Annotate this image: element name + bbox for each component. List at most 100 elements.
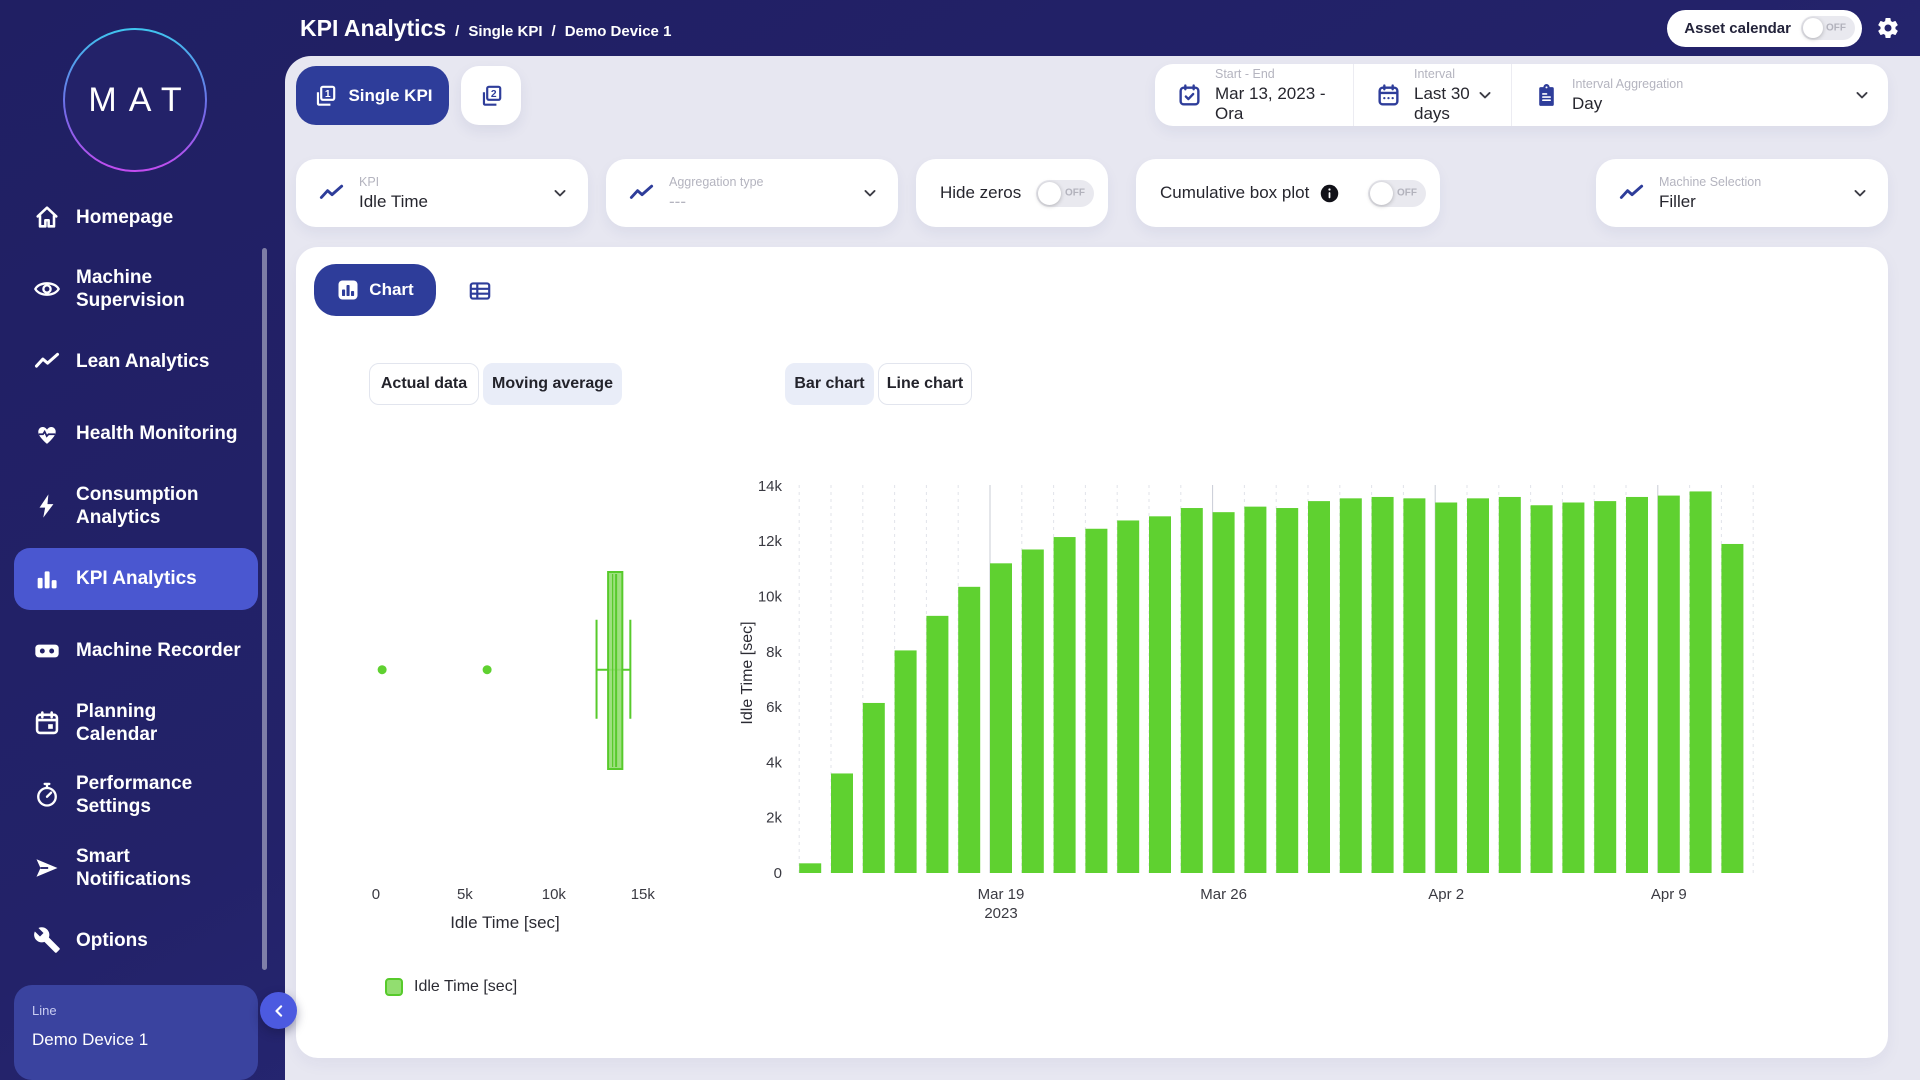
bar-chart-y-tick: 8k [766, 644, 782, 661]
bar-mar-19[interactable] [990, 563, 1012, 873]
wrench-icon [30, 926, 64, 954]
actual-data-button[interactable]: Actual data [369, 363, 479, 405]
bar-mar-26[interactable] [1213, 512, 1235, 873]
legend-label: Idle Time [sec] [414, 978, 517, 996]
moving-average-button[interactable]: Moving average [483, 363, 622, 405]
layered-1-icon: 1 [312, 83, 338, 109]
asset-calendar-pill[interactable]: Asset calendar OFF [1667, 10, 1862, 47]
heart-icon [30, 420, 64, 448]
bar-mar-20[interactable] [1022, 549, 1044, 873]
sidebar-item-label: Options [76, 929, 148, 952]
sidebar-item-machine-supervision[interactable]: MachineSupervision [14, 258, 258, 320]
bar-apr-9[interactable] [1658, 496, 1680, 873]
sidebar-item-label: Machine Recorder [76, 639, 241, 662]
interval-aggregation-control[interactable]: Interval Aggregation Day [1511, 64, 1888, 126]
sidebar-item-lean-analytics[interactable]: Lean Analytics [14, 331, 258, 393]
bar-mar-29[interactable] [1308, 501, 1330, 873]
table-view-tab[interactable] [460, 273, 500, 309]
boxplot-x-tick: 15k [631, 886, 656, 903]
svg-text:1: 1 [325, 89, 331, 100]
multi-kpi-tab[interactable]: 2 [461, 66, 521, 125]
calendar-icon [30, 709, 64, 737]
bar-mar-14[interactable] [831, 773, 853, 873]
bar-mar-23[interactable] [1117, 520, 1139, 873]
trend-icon [30, 348, 64, 376]
sidebar-item-label: Health Monitoring [76, 422, 237, 445]
interval-control[interactable]: Interval Last 30 days [1353, 64, 1511, 126]
app-logo: MAT [63, 28, 207, 172]
bar-apr-1[interactable] [1403, 498, 1425, 873]
bar-chart-x-tick: Apr 9 [1651, 886, 1687, 903]
machine-selection-label: Machine Selection [1659, 175, 1761, 189]
trend-icon [1618, 180, 1645, 207]
hide-zeros-label: Hide zeros [940, 183, 1021, 203]
machine-selection-dropdown[interactable]: Machine Selection Filler [1596, 159, 1888, 227]
hide-zeros-toggle[interactable]: OFF [1036, 180, 1094, 207]
bar-mar-25[interactable] [1181, 508, 1203, 873]
sidebar-item-performance-settings[interactable]: PerformanceSettings [14, 764, 258, 826]
cumulative-box-plot-toggle[interactable]: OFF [1368, 180, 1426, 207]
sidebar-item-homepage[interactable]: Homepage [14, 186, 258, 248]
bar-apr-4[interactable] [1499, 497, 1521, 873]
interval-label: Interval [1414, 67, 1475, 81]
chart-view-tab[interactable]: Chart [314, 264, 436, 316]
bar-mar-30[interactable] [1340, 498, 1362, 873]
sidebar-item-kpi-analytics[interactable]: KPI Analytics [14, 548, 258, 610]
bar-apr-7[interactable] [1594, 501, 1616, 873]
kpi-dropdown[interactable]: KPI Idle Time [296, 159, 588, 227]
chart-legend[interactable]: Idle Time [sec] [385, 978, 517, 996]
breadcrumb-device[interactable]: Demo Device 1 [565, 23, 672, 40]
bar-apr-11[interactable] [1721, 544, 1743, 873]
bar-apr-5[interactable] [1531, 505, 1553, 873]
sidebar-item-smart-notifications[interactable]: SmartNotifications [14, 837, 258, 899]
machine-selection-value: Filler [1659, 192, 1761, 212]
layered-2-icon: 2 [478, 83, 504, 109]
bar-mar-13[interactable] [799, 863, 821, 873]
sidebar-item-health-monitoring[interactable]: Health Monitoring [14, 403, 258, 465]
info-icon[interactable] [1319, 183, 1340, 204]
chevron-down-icon [1475, 85, 1495, 105]
gauge-icon [30, 781, 64, 809]
asset-calendar-toggle[interactable]: OFF [1801, 16, 1855, 40]
bar-apr-10[interactable] [1690, 491, 1712, 873]
bar-mar-24[interactable] [1149, 516, 1171, 873]
device-card[interactable]: Line Demo Device 1 [14, 985, 258, 1080]
bar-mar-16[interactable] [895, 650, 917, 873]
bar-apr-6[interactable] [1562, 502, 1584, 873]
line-chart-button[interactable]: Line chart [878, 363, 972, 405]
sidebar-item-planning-calendar[interactable]: PlanningCalendar [14, 692, 258, 754]
breadcrumb-single-kpi[interactable]: Single KPI [468, 23, 542, 40]
bar-apr-8[interactable] [1626, 497, 1648, 873]
bar-mar-21[interactable] [1054, 537, 1076, 873]
cumulative-box-plot-label: Cumulative box plot [1160, 183, 1309, 203]
bar-mar-31[interactable] [1372, 497, 1394, 873]
bar-chart-x-tick: Mar 19 [978, 886, 1025, 903]
bar-chart-button[interactable]: Bar chart [785, 363, 874, 405]
gear-icon [1876, 16, 1900, 40]
sidebar-item-consumption-analytics[interactable]: ConsumptionAnalytics [14, 475, 258, 537]
kpi-label: KPI [359, 175, 428, 189]
bar-apr-3[interactable] [1467, 498, 1489, 873]
bar-mar-17[interactable] [926, 616, 948, 873]
boxplot-outlier[interactable] [483, 665, 492, 674]
bar-mar-28[interactable] [1276, 508, 1298, 873]
aggregation-type-dropdown[interactable]: Aggregation type --- [606, 159, 898, 227]
single-kpi-tab[interactable]: 1 Single KPI [296, 66, 449, 125]
sidebar-item-machine-recorder[interactable]: Machine Recorder [14, 620, 258, 682]
boxplot-outlier[interactable] [378, 665, 387, 674]
collapse-sidebar-button[interactable] [260, 992, 297, 1029]
bar-mar-18[interactable] [958, 587, 980, 873]
settings-button[interactable] [1876, 16, 1900, 40]
sidebar-scrollbar[interactable] [262, 248, 267, 970]
boxplot-x-tick: 10k [542, 886, 567, 903]
start-end-control[interactable]: Start - End Mar 13, 2023 - Ora [1155, 64, 1353, 126]
bar-chart: 02k4k6k8k10k12k14kIdle Time [sec]Mar 192… [740, 447, 1800, 947]
sidebar-item-options[interactable]: Options [14, 909, 258, 971]
topbar: KPI Analytics / Single KPI / Demo Device… [285, 0, 1920, 56]
chart-card-icon [336, 278, 360, 302]
bar-mar-27[interactable] [1244, 507, 1266, 873]
bar-apr-2[interactable] [1435, 502, 1457, 873]
bar-mar-15[interactable] [863, 703, 885, 873]
table-icon [467, 278, 493, 304]
bar-mar-22[interactable] [1085, 529, 1107, 873]
